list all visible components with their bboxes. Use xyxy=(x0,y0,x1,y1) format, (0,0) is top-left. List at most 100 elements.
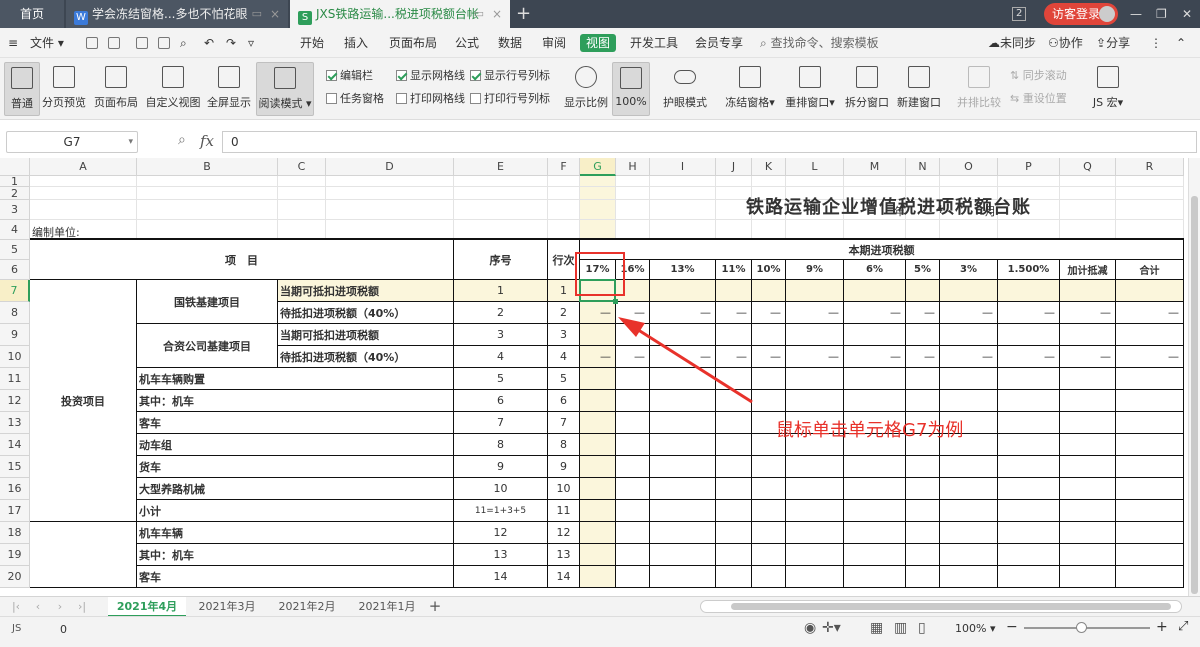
side-by-side-button[interactable]: 并排比较 xyxy=(956,62,1002,116)
zoom-slider[interactable] xyxy=(1024,627,1150,629)
row-header[interactable]: 14 xyxy=(0,434,30,456)
value-cell-N15[interactable] xyxy=(906,456,940,478)
column-header[interactable]: H xyxy=(616,158,650,176)
grid-cell[interactable] xyxy=(616,200,650,220)
item-label-row-11[interactable]: 机车车辆购置 xyxy=(137,368,454,390)
value-cell-L17[interactable] xyxy=(786,500,844,522)
column-header[interactable]: L xyxy=(786,158,844,176)
save-icon[interactable] xyxy=(86,37,98,49)
pending-deduct-2[interactable]: 待抵扣进项税额（40%） xyxy=(278,346,454,368)
value-cell-J15[interactable] xyxy=(716,456,752,478)
grid-cell[interactable] xyxy=(650,200,716,220)
item-label-row-12[interactable]: 其中：机车 xyxy=(137,390,454,412)
grid-cell[interactable] xyxy=(616,220,650,240)
value-cell-L19[interactable] xyxy=(786,544,844,566)
value-cell-O12[interactable] xyxy=(940,390,998,412)
value-cell-P9[interactable] xyxy=(998,324,1060,346)
value-cell-N19[interactable] xyxy=(906,544,940,566)
select-all-corner[interactable] xyxy=(0,158,30,176)
rate-header-M[interactable]: 6% xyxy=(844,260,906,280)
row-header[interactable]: 4 xyxy=(0,220,30,240)
column-header[interactable]: P xyxy=(998,158,1060,176)
value-cell-Q8[interactable]: — xyxy=(1060,302,1116,324)
column-header[interactable]: M xyxy=(844,158,906,176)
grid-cell[interactable] xyxy=(454,187,548,200)
prev-sheet-icon[interactable]: ‹ xyxy=(30,597,46,617)
value-cell-J17[interactable] xyxy=(716,500,752,522)
value-cell-N9[interactable] xyxy=(906,324,940,346)
grid-cell[interactable] xyxy=(548,220,580,240)
row-header[interactable]: 10 xyxy=(0,346,30,368)
pending-deduct-1[interactable]: 待抵扣进项税额（40%） xyxy=(278,302,454,324)
grid-cell[interactable] xyxy=(650,176,716,187)
menu-page-layout[interactable]: 页面布局 xyxy=(389,28,437,58)
current-deduct-2[interactable]: 当期可抵扣进项税额 xyxy=(278,324,454,346)
seq-cell-row-14[interactable]: 8 xyxy=(454,434,548,456)
sync-status[interactable]: ☁未同步 xyxy=(988,28,1036,58)
value-cell-P16[interactable] xyxy=(998,478,1060,500)
column-header[interactable]: K xyxy=(752,158,786,176)
grid-cell[interactable] xyxy=(548,200,580,220)
item-label-row-16[interactable]: 大型养路机械 xyxy=(137,478,454,500)
row-header[interactable]: 13 xyxy=(0,412,30,434)
column-header[interactable]: Q xyxy=(1060,158,1116,176)
eye-mode-button[interactable]: 护眼模式 xyxy=(660,62,710,116)
a18-blank[interactable] xyxy=(30,522,137,588)
grid-cell[interactable] xyxy=(278,220,326,240)
value-cell-N17[interactable] xyxy=(906,500,940,522)
row-header[interactable]: 3 xyxy=(0,200,30,220)
grid-cell[interactable] xyxy=(30,200,137,220)
value-cell-P7[interactable] xyxy=(998,280,1060,302)
row-header[interactable]: 1 xyxy=(0,176,30,187)
checkbox-task-pane[interactable]: 任务窗格 xyxy=(326,91,384,107)
value-cell-Q9[interactable] xyxy=(1060,324,1116,346)
zoom-100-button[interactable]: 100% xyxy=(612,62,650,116)
value-cell-Q17[interactable] xyxy=(1060,500,1116,522)
value-cell-P8[interactable]: — xyxy=(998,302,1060,324)
value-cell-J16[interactable] xyxy=(716,478,752,500)
line-cell-row-19[interactable]: 13 xyxy=(548,544,580,566)
menu-dev-tools[interactable]: 开发工具 xyxy=(630,28,678,58)
collapse-ribbon-icon[interactable]: ⌃ xyxy=(1176,28,1186,58)
value-cell-M19[interactable] xyxy=(844,544,906,566)
value-cell-G10[interactable]: — xyxy=(580,346,616,368)
value-cell-L8[interactable]: — xyxy=(786,302,844,324)
value-cell-I14[interactable] xyxy=(650,434,716,456)
column-header[interactable]: R xyxy=(1116,158,1184,176)
seq-cell-row-15[interactable]: 9 xyxy=(454,456,548,478)
grid-cell[interactable] xyxy=(786,220,844,240)
value-cell-M20[interactable] xyxy=(844,566,906,588)
line-cell-row-13[interactable]: 7 xyxy=(548,412,580,434)
grid-cell[interactable] xyxy=(326,220,454,240)
value-cell-H13[interactable] xyxy=(616,412,650,434)
value-cell-K16[interactable] xyxy=(752,478,786,500)
checkbox-show-headers[interactable]: 显示行号列标 xyxy=(470,68,550,84)
value-cell-O7[interactable] xyxy=(940,280,998,302)
seq-cell-row-11[interactable]: 5 xyxy=(454,368,548,390)
last-sheet-icon[interactable]: ›| xyxy=(74,597,90,617)
value-cell-H10[interactable]: — xyxy=(616,346,650,368)
value-cell-P17[interactable] xyxy=(998,500,1060,522)
formula-input[interactable]: 0 xyxy=(222,131,1197,153)
line-cell-row-8[interactable]: 2 xyxy=(548,302,580,324)
sheet-tab-2021-03[interactable]: 2021年3月 xyxy=(188,597,266,617)
row-header[interactable]: 11 xyxy=(0,368,30,390)
value-cell-J7[interactable] xyxy=(716,280,752,302)
value-cell-R10[interactable]: — xyxy=(1116,346,1184,368)
line-cell-row-16[interactable]: 10 xyxy=(548,478,580,500)
row-header[interactable]: 8 xyxy=(0,302,30,324)
value-cell-I10[interactable]: — xyxy=(650,346,716,368)
value-cell-Q14[interactable] xyxy=(1060,434,1116,456)
row-header[interactable]: 9 xyxy=(0,324,30,346)
sync-scroll-button[interactable]: ⇅ 同步滚动 xyxy=(1010,68,1067,84)
value-cell-H17[interactable] xyxy=(616,500,650,522)
value-cell-L12[interactable] xyxy=(786,390,844,412)
value-cell-O10[interactable]: — xyxy=(940,346,998,368)
spreadsheet-grid[interactable]: ABCDEFGHIJKLMNOPQR1234567891011121314151… xyxy=(0,158,1188,596)
horizontal-scrollbar[interactable] xyxy=(700,600,1182,613)
value-cell-K8[interactable]: — xyxy=(752,302,786,324)
value-cell-K17[interactable] xyxy=(752,500,786,522)
eye-icon[interactable]: ◉ xyxy=(804,620,816,636)
value-cell-H8[interactable]: — xyxy=(616,302,650,324)
fx-icon[interactable]: fx xyxy=(200,132,214,150)
